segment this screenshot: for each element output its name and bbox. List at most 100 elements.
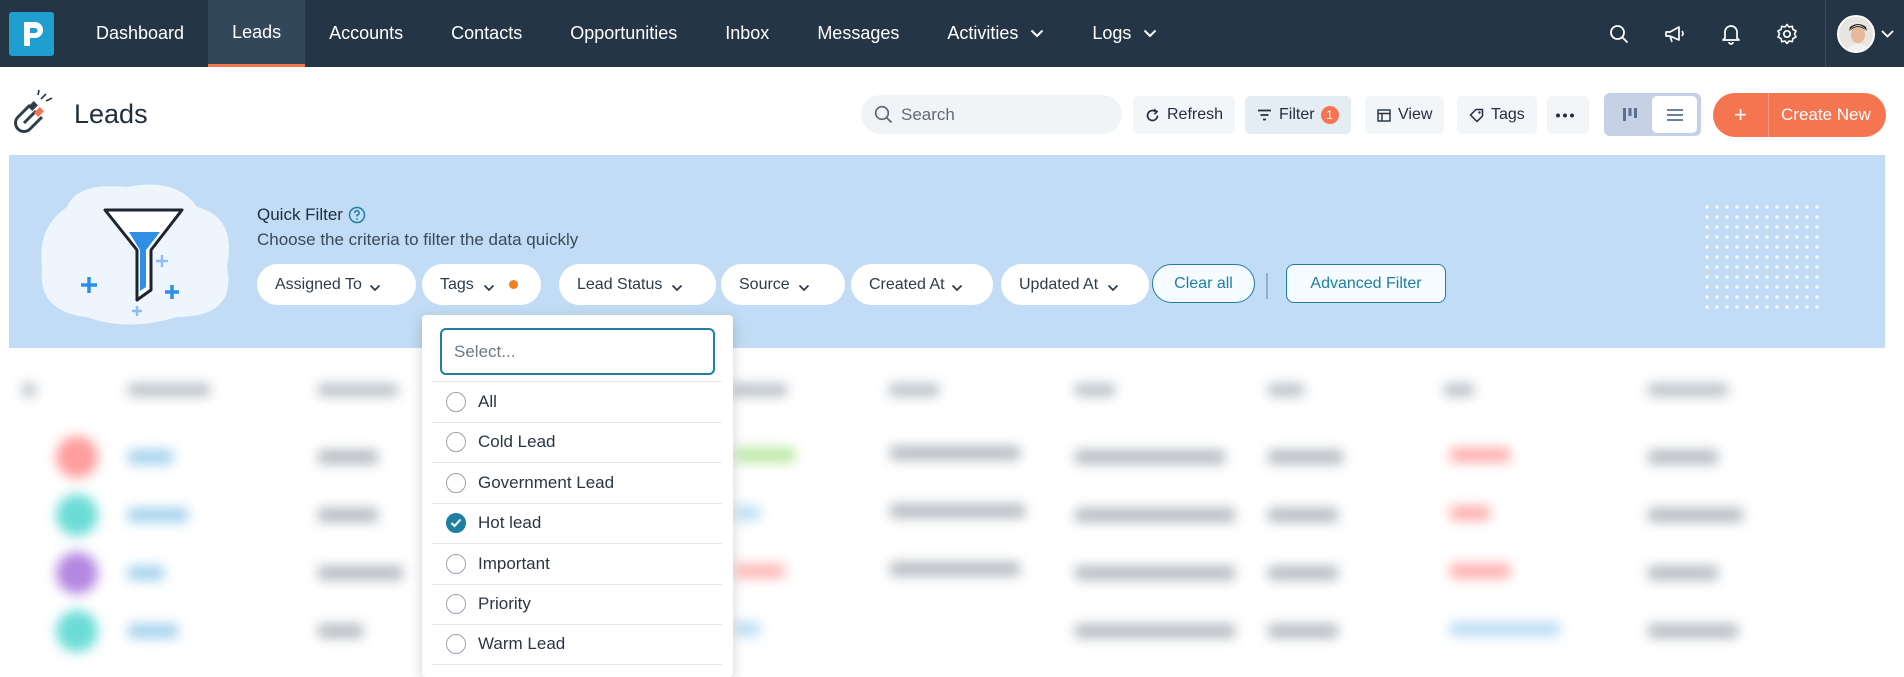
filter-pill-source[interactable]: Source (721, 264, 845, 305)
tag-option-hot-lead[interactable]: Hot lead (432, 502, 722, 544)
decorative-dot (1745, 225, 1749, 229)
decorative-dot (1795, 295, 1799, 299)
bell-icon[interactable] (1703, 0, 1759, 67)
radio-icon (446, 472, 466, 493)
user-menu[interactable] (1825, 0, 1904, 67)
nav-item-logs[interactable]: Logs (1068, 0, 1181, 67)
filter-button[interactable]: Filter 1 (1245, 96, 1351, 134)
decorative-dot (1815, 265, 1819, 269)
checkmark-icon (446, 513, 466, 534)
decorative-dot (1705, 215, 1709, 219)
decorative-dot (1725, 255, 1729, 259)
nav-item-dashboard[interactable]: Dashboard (72, 0, 208, 67)
decorative-dot (1785, 215, 1789, 219)
funnel-illustration-icon (37, 177, 237, 327)
table-cell (318, 624, 363, 638)
kanban-view-button[interactable] (1607, 96, 1652, 133)
filter-pill-created-at[interactable]: Created At (851, 264, 993, 305)
chevron-down-icon (1030, 29, 1044, 38)
nav-item-messages[interactable]: Messages (793, 0, 923, 67)
tags-button[interactable]: Tags (1457, 96, 1537, 134)
nav-item-contacts[interactable]: Contacts (427, 0, 546, 67)
decorative-dot (1745, 265, 1749, 269)
table-cell (128, 624, 178, 638)
search-field[interactable] (861, 95, 1122, 134)
gear-icon[interactable] (1759, 0, 1815, 67)
decorative-dot (1775, 245, 1779, 249)
table-header-cell (889, 384, 939, 396)
refresh-button[interactable]: Refresh (1133, 96, 1236, 134)
tag-option-warm-lead[interactable]: Warm Lead (432, 624, 722, 665)
refresh-icon (1146, 108, 1159, 121)
tag-option-label: Priority (478, 594, 531, 614)
list-view-button[interactable] (1652, 96, 1697, 133)
decorative-dot (1795, 245, 1799, 249)
tags-select-input[interactable] (440, 328, 715, 375)
decorative-dot (1735, 205, 1739, 209)
chevron-down-icon (369, 279, 381, 297)
table-cell (735, 622, 760, 636)
tag-option-government-lead[interactable]: Government Lead (432, 462, 722, 503)
tag-option-priority[interactable]: Priority (432, 583, 722, 625)
search-icon[interactable] (1591, 0, 1647, 67)
decorative-dot (1815, 235, 1819, 239)
search-input[interactable] (901, 104, 1101, 125)
decorative-dot (1795, 305, 1799, 309)
tag-option-label: Government Lead (478, 472, 615, 492)
decorative-dot (1775, 215, 1779, 219)
filter-pill-tags[interactable]: Tags (422, 264, 541, 305)
decorative-dot (1785, 235, 1789, 239)
nav-item-accounts[interactable]: Accounts (305, 0, 427, 67)
filter-pill-lead-status[interactable]: Lead Status (559, 264, 716, 305)
help-icon[interactable] (348, 206, 366, 224)
avatar (56, 610, 98, 652)
nav-item-activities[interactable]: Activities (923, 0, 1068, 67)
decorative-dot (1715, 215, 1719, 219)
tag-option-important[interactable]: Important (432, 543, 722, 584)
main-nav: Dashboard Leads Accounts Contacts Opport… (72, 0, 1181, 67)
nav-item-inbox[interactable]: Inbox (701, 0, 793, 67)
decorative-dot (1705, 285, 1709, 289)
quick-filter-title-text: Quick Filter (257, 205, 343, 224)
megaphone-icon[interactable] (1647, 0, 1703, 67)
radio-icon (446, 391, 466, 412)
filter-count-badge: 1 (1320, 106, 1339, 124)
decorative-dot (1785, 205, 1789, 209)
refresh-label: Refresh (1167, 106, 1224, 123)
create-new-button[interactable]: + Create New (1713, 93, 1886, 137)
decorative-dot (1745, 215, 1749, 219)
decorative-dot (1715, 265, 1719, 269)
decorative-dot (1765, 305, 1769, 309)
more-options-button[interactable] (1547, 96, 1589, 134)
decorative-dot (1765, 295, 1769, 299)
decorative-dot (1735, 255, 1739, 259)
decorative-dot (1705, 275, 1709, 279)
decorative-dot (1745, 295, 1749, 299)
decorative-dot (1805, 255, 1809, 259)
decorative-dot (1745, 245, 1749, 249)
decorative-dot (1735, 215, 1739, 219)
nav-item-opportunities[interactable]: Opportunities (546, 0, 701, 67)
advanced-filter-button[interactable]: Advanced Filter (1286, 264, 1446, 303)
filter-pill-assigned-to[interactable]: Assigned To (257, 264, 416, 305)
filter-pill-updated-at[interactable]: Updated At (1001, 264, 1149, 305)
table-header (0, 376, 1904, 404)
view-button[interactable]: View (1365, 96, 1445, 134)
nav-item-leads[interactable]: Leads (208, 0, 306, 67)
table-cell (1450, 448, 1510, 462)
app-logo[interactable] (9, 12, 54, 56)
decorative-dot (1715, 225, 1719, 229)
clear-all-button[interactable]: Clear all (1152, 264, 1255, 303)
table-cell (1268, 566, 1338, 580)
tag-option-all[interactable]: All (432, 381, 722, 422)
table-cell (1268, 508, 1338, 522)
tag-option-cold-lead[interactable]: Cold Lead (432, 421, 722, 463)
advanced-filter-label: Advanced Filter (1310, 274, 1422, 292)
decorative-dot (1795, 205, 1799, 209)
tags-label: Tags (1491, 106, 1525, 123)
chevron-down-icon (483, 279, 495, 297)
decorative-dot (1735, 225, 1739, 229)
decorative-dot (1795, 265, 1799, 269)
decorative-dot (1775, 225, 1779, 229)
decorative-dot (1805, 275, 1809, 279)
